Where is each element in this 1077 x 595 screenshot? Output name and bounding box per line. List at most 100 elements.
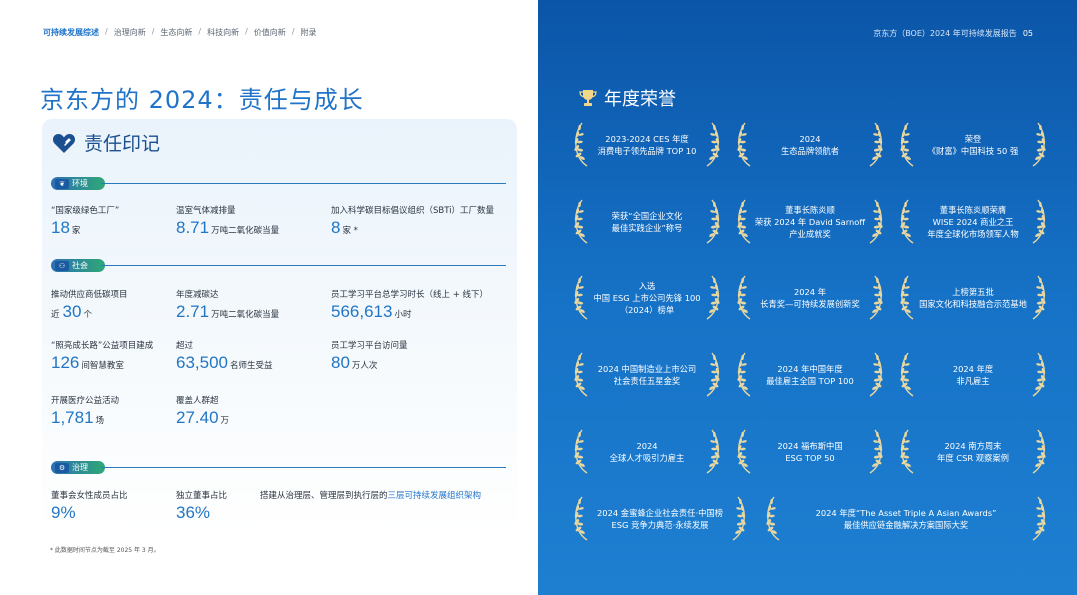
stat-label: 员工学习平台总学习时长（线上 + 线下）	[331, 290, 489, 300]
stat-value: 27.40	[176, 408, 219, 427]
stat-value: 8	[331, 218, 341, 237]
laurel-wreath-icon	[867, 429, 883, 475]
stat-medical-activities: 开展医疗公益活动 1,781 场	[51, 394, 119, 428]
divider	[101, 265, 506, 266]
stat-label: “照亮成长路”公益项目建成	[51, 341, 154, 351]
award-item: 2024 南方周末 年度 CSR 观察案例	[900, 429, 1046, 475]
stat-value: 8.71	[176, 218, 210, 237]
right-page: 京东方（BOE）2024 年可持续发展报告 05 年度荣誉 2023-2024 C…	[538, 0, 1077, 595]
laurel-wreath-icon	[1030, 199, 1046, 245]
breadcrumb-item[interactable]: 治理向新	[114, 27, 146, 38]
heart-icon	[52, 133, 76, 153]
stat-value: 30	[62, 302, 82, 321]
breadcrumb-separator: /	[105, 27, 108, 36]
laurel-wreath-icon	[737, 352, 753, 398]
laurel-wreath-icon	[766, 496, 782, 542]
note-text: 搭建从治理层、管理层到执行层的	[260, 491, 388, 501]
stat-label: 覆盖人群超	[176, 396, 219, 406]
left-page: 可持续发展综述 / 治理向新 / 生态向新 / 科技向新 / 价值向新 / 附录…	[0, 0, 538, 595]
award-text: 荣登 《财富》中国科技 50 强	[927, 134, 1019, 156]
breadcrumb-item[interactable]: 附录	[301, 27, 317, 38]
stat-value: 2.71	[176, 302, 210, 321]
laurel-wreath-icon	[574, 122, 590, 168]
divider	[101, 183, 506, 184]
stat-value: 80	[331, 353, 350, 372]
laurel-wreath-icon	[704, 275, 720, 321]
page-title: 京东方的 2024：责任与成长	[40, 86, 364, 114]
breadcrumb-separator: /	[291, 27, 295, 36]
report-title: 京东方（BOE）2024 年可持续发展报告	[873, 29, 1017, 38]
stat-smart-classrooms: “照亮成长路”公益项目建成 126 间智慧教室	[51, 339, 153, 373]
stat-label: 推动供应商低碳项目	[51, 290, 128, 300]
stat-value: 36%	[176, 503, 211, 522]
panel-header: 责任印记	[52, 129, 160, 156]
section-pill: ❦ 环境	[51, 177, 105, 190]
laurel-wreath-icon	[704, 199, 720, 245]
stat-value: 9%	[51, 503, 76, 522]
trophy-icon	[579, 90, 597, 106]
laurel-wreath-icon	[737, 199, 753, 245]
stat-unit: 名师生受益	[230, 361, 273, 371]
laurel-wreath-icon	[900, 122, 916, 168]
stat-label: 超过	[176, 341, 194, 351]
award-item: 荣获“全国企业文化 最佳实践企业”称号	[574, 199, 720, 245]
stat-female-board: 董事会女性成员占比 9%	[51, 489, 128, 523]
breadcrumb-item[interactable]: 可持续发展综述	[43, 27, 99, 38]
award-text: 2024 年度 非凡雇主	[952, 364, 994, 386]
laurel-wreath-icon	[1030, 122, 1046, 168]
award-text: 2024 福布斯中国 ESG TOP 50	[777, 441, 843, 463]
footnote: * 此数据时间节点为截至 2025 年 3 月。	[50, 547, 160, 554]
award-item: 入选 中国 ESG 上市公司先锋 100 （2024）榜单	[574, 275, 720, 321]
award-text: 2024 金蜜蜂企业社会责任·中国榜 ESG 竞争力典范·永续发展	[597, 508, 723, 530]
award-item: 2024 金蜜蜂企业社会责任·中国榜 ESG 竞争力典范·永续发展	[574, 496, 746, 542]
stat-prefix: 近	[51, 310, 60, 320]
laurel-wreath-icon	[1030, 275, 1046, 321]
award-item: 2024 年度 非凡雇主	[900, 352, 1046, 398]
stat-governance-structure: 搭建从治理层、管理层到执行层的三层可持续发展组织架构	[260, 489, 481, 501]
stat-sbti-factories: 加入科学碳目标倡议组织（SBTi）工厂数量 8家 *	[331, 204, 494, 238]
award-item: 荣登 《财富》中国科技 50 强	[900, 122, 1046, 168]
section-label: 治理	[72, 463, 88, 472]
stat-supplier-lowcarbon: 推动供应商低碳项目 近 30 个	[51, 288, 128, 322]
laurel-wreath-icon	[867, 275, 883, 321]
section-bar-environment: ❦ 环境	[51, 177, 506, 190]
stat-label: 年度减碳达	[176, 290, 219, 300]
breadcrumb-separator: /	[245, 27, 248, 36]
section-bar-governance: ⚙ 治理	[51, 461, 506, 474]
laurel-wreath-icon	[574, 199, 590, 245]
section-pill: ⚙ 治理	[51, 461, 105, 474]
laurel-wreath-icon	[1030, 429, 1046, 475]
award-item: 2024 生态品牌领航者	[737, 122, 883, 168]
breadcrumb: 可持续发展综述 / 治理向新 / 生态向新 / 科技向新 / 价值向新 / 附录	[43, 27, 317, 38]
stat-ghg-reduction: 温室气体减排量 8.71 万吨二氧化碳当量	[176, 204, 279, 238]
stat-platform-visits: 员工学习平台访问量 80 万人次	[331, 339, 408, 373]
laurel-wreath-icon	[730, 496, 746, 542]
breadcrumb-item[interactable]: 价值向新	[254, 27, 286, 38]
laurel-wreath-icon	[867, 199, 883, 245]
stat-value: 566,613	[331, 302, 393, 321]
stat-unit: 小时	[394, 310, 412, 320]
stat-label: 开展医疗公益活动	[51, 396, 120, 406]
laurel-wreath-icon	[737, 429, 753, 475]
stat-independent-directors: 独立董事占比 36%	[176, 489, 227, 523]
breadcrumb-item[interactable]: 生态向新	[160, 27, 192, 38]
breadcrumb-separator: /	[151, 27, 155, 36]
stat-value: 1,781	[51, 408, 94, 427]
stat-label: “国家级绿色工厂”	[51, 206, 120, 216]
award-item: 2024 中国制造业上市公司 社会责任五星金奖	[574, 352, 720, 398]
laurel-wreath-icon	[704, 122, 720, 168]
stat-unit: 家 *	[342, 226, 358, 236]
award-text: 2024 年中国年度 最佳雇主全国 TOP 100	[766, 364, 854, 386]
page-number: 05	[1022, 29, 1033, 38]
award-text: 2024 中国制造业上市公司 社会责任五星金奖	[597, 364, 697, 386]
divider	[101, 467, 506, 468]
laurel-wreath-icon	[574, 352, 590, 398]
breadcrumb-item[interactable]: 科技向新	[207, 27, 239, 38]
award-text: 上榜第五批 国家文化和科技融合示范基地	[919, 287, 1027, 309]
laurel-wreath-icon	[737, 275, 753, 321]
laurel-wreath-icon	[900, 199, 916, 245]
stat-unit: 万吨二氧化碳当量	[211, 310, 280, 320]
stat-label: 独立董事占比	[176, 491, 228, 501]
stat-label: 员工学习平台访问量	[331, 341, 408, 351]
stat-value: 126	[51, 353, 80, 372]
